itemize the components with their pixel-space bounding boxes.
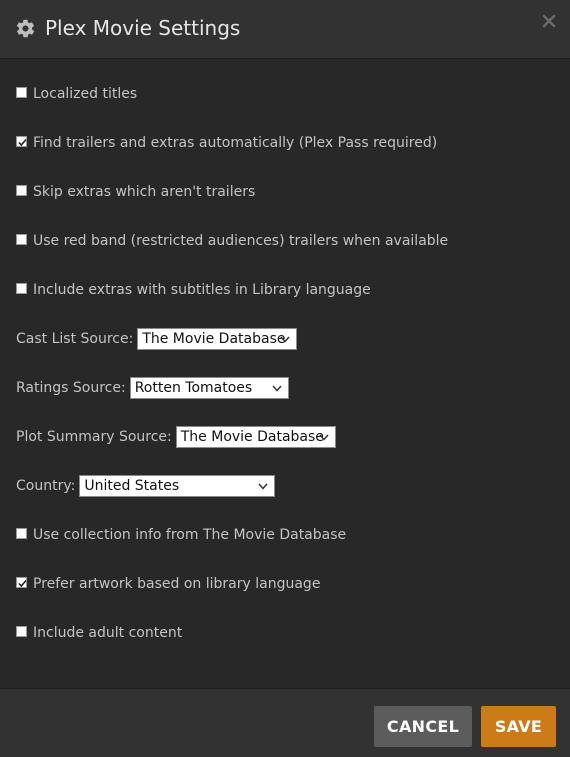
select-value: United States [84,478,180,494]
country-row: Country: United States [16,475,276,497]
checkbox[interactable] [16,527,27,539]
chevron-down-icon [280,336,290,343]
option-label: Include extras with subtitles in Library… [33,282,371,298]
select-value: The Movie Database [180,429,324,445]
select-label: Ratings Source: [16,380,126,396]
option-extras-subtitles[interactable]: Include extras with subtitles in Library… [16,279,371,301]
country-select[interactable]: United States [79,475,276,497]
chevron-down-icon [258,483,268,490]
option-find-trailers[interactable]: Find trailers and extras automatically (… [16,132,437,154]
option-label: Include adult content [33,625,183,641]
check-icon [18,579,27,587]
checkbox[interactable] [16,184,27,196]
option-collection-info[interactable]: Use collection info from The Movie Datab… [16,524,346,546]
checkbox[interactable] [16,282,27,294]
checkbox[interactable] [16,233,27,245]
settings-body: Localized titles Find trailers and extra… [0,60,570,688]
option-label: Skip extras which aren't trailers [33,184,256,200]
select-label: Cast List Source: [16,331,134,347]
option-skip-extras[interactable]: Skip extras which aren't trailers [16,181,255,203]
option-adult-content[interactable]: Include adult content [16,622,182,644]
dialog-footer: CANCEL SAVE [0,688,570,757]
chevron-down-icon [319,434,329,441]
chevron-down-icon [272,385,282,392]
close-icon[interactable] [542,14,556,28]
select-value: The Movie Database [142,331,286,347]
plot-summary-source-row: Plot Summary Source: The Movie Database [16,426,336,448]
option-label: Prefer artwork based on library language [33,576,321,592]
dialog-title: Plex Movie Settings [45,16,241,40]
checkbox-checked[interactable] [16,135,27,147]
checkbox[interactable] [16,86,27,98]
select-label: Plot Summary Source: [16,429,172,445]
option-label: Use red band (restricted audiences) trai… [33,233,449,249]
cancel-button[interactable]: CANCEL [374,706,472,747]
option-prefer-artwork[interactable]: Prefer artwork based on library language [16,573,320,595]
option-label: Use collection info from The Movie Datab… [33,527,347,543]
dialog-header: Plex Movie Settings [0,0,570,59]
option-localized-titles[interactable]: Localized titles [16,83,137,105]
plot-summary-source-select[interactable]: The Movie Database [175,426,336,448]
select-label: Country: [16,478,76,494]
ratings-source-select[interactable]: Rotten Tomatoes [129,377,289,399]
option-label: Find trailers and extras automatically (… [33,135,438,151]
save-button[interactable]: SAVE [481,706,556,747]
cast-list-source-row: Cast List Source: The Movie Database [16,328,298,350]
checkbox-checked[interactable] [16,576,27,588]
ratings-source-row: Ratings Source: Rotten Tomatoes [16,377,289,399]
check-icon [18,138,27,146]
option-red-band[interactable]: Use red band (restricted audiences) trai… [16,230,448,252]
cast-list-source-select[interactable]: The Movie Database [137,328,298,350]
option-label: Localized titles [33,86,138,102]
checkbox[interactable] [16,625,27,637]
gear-icon [16,19,35,38]
select-value: Rotten Tomatoes [134,380,253,396]
